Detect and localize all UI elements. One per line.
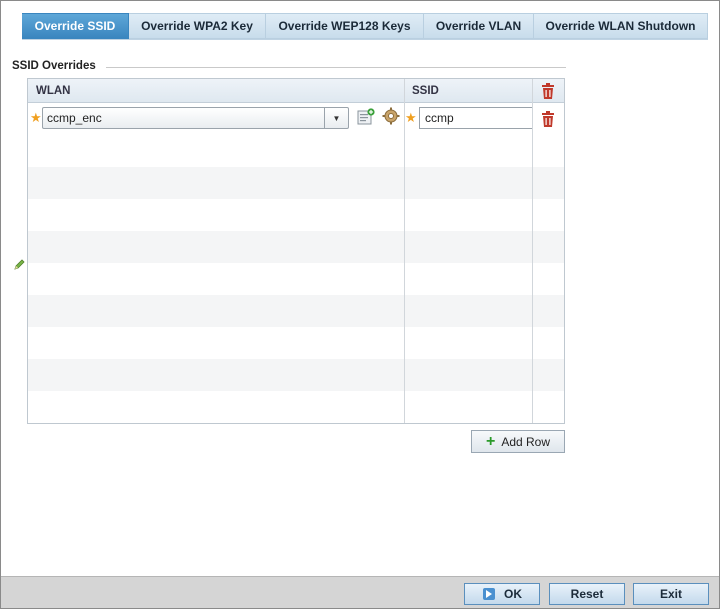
- exit-button[interactable]: Exit: [633, 583, 709, 605]
- required-star-icon: ★: [405, 110, 417, 125]
- ssid-input[interactable]: [419, 107, 533, 129]
- empty-row: [28, 391, 564, 423]
- section-divider: [106, 67, 566, 68]
- pencil-icon: [14, 259, 25, 270]
- tab-override-wep128-keys[interactable]: Override WEP128 Keys: [266, 13, 424, 39]
- create-new-icon[interactable]: [357, 108, 375, 126]
- trash-icon[interactable]: [541, 83, 555, 99]
- column-divider: [532, 79, 533, 423]
- empty-row: [28, 167, 564, 199]
- ok-icon: [483, 588, 495, 600]
- add-row-label: Add Row: [501, 434, 551, 449]
- column-header-ssid: SSID: [412, 85, 439, 97]
- table-header: WLAN SSID: [28, 79, 564, 103]
- required-star-icon: ★: [30, 110, 42, 125]
- tab-override-ssid[interactable]: Override SSID: [22, 13, 129, 39]
- tab-strip-divider: [22, 39, 708, 40]
- column-divider: [404, 79, 405, 423]
- tab-bar: Override SSID Override WPA2 Key Override…: [22, 13, 708, 39]
- trash-icon[interactable]: [541, 111, 555, 127]
- reset-button[interactable]: Reset: [549, 583, 625, 605]
- empty-row: [28, 359, 564, 391]
- chevron-down-icon[interactable]: ▼: [324, 108, 348, 128]
- gear-icon[interactable]: [382, 107, 400, 125]
- empty-row: [28, 135, 564, 167]
- wlan-select[interactable]: ccmp_enc ▼: [42, 107, 349, 129]
- empty-row: [28, 327, 564, 359]
- plus-icon: +: [485, 432, 496, 450]
- table-row: ★ ccmp_enc ▼ ★: [28, 103, 564, 135]
- section-title: SSID Overrides: [12, 60, 96, 72]
- wlan-select-value: ccmp_enc: [47, 111, 102, 125]
- tab-override-wpa2-key[interactable]: Override WPA2 Key: [129, 13, 266, 39]
- ok-label: OK: [504, 587, 522, 601]
- footer-bar: OK Reset Exit: [1, 576, 719, 608]
- column-header-wlan: WLAN: [36, 85, 71, 97]
- add-row-button[interactable]: + Add Row: [471, 430, 565, 453]
- tab-override-vlan[interactable]: Override VLAN: [424, 13, 534, 39]
- empty-row: [28, 199, 564, 231]
- tab-override-wlan-shutdown[interactable]: Override WLAN Shutdown: [534, 13, 708, 39]
- ssid-override-table: WLAN SSID ★ ccmp_enc ▼ ★ ccmp: [27, 78, 565, 424]
- ok-button[interactable]: OK: [464, 583, 540, 605]
- empty-row: [28, 295, 564, 327]
- empty-row: [28, 263, 564, 295]
- empty-row: [28, 231, 564, 263]
